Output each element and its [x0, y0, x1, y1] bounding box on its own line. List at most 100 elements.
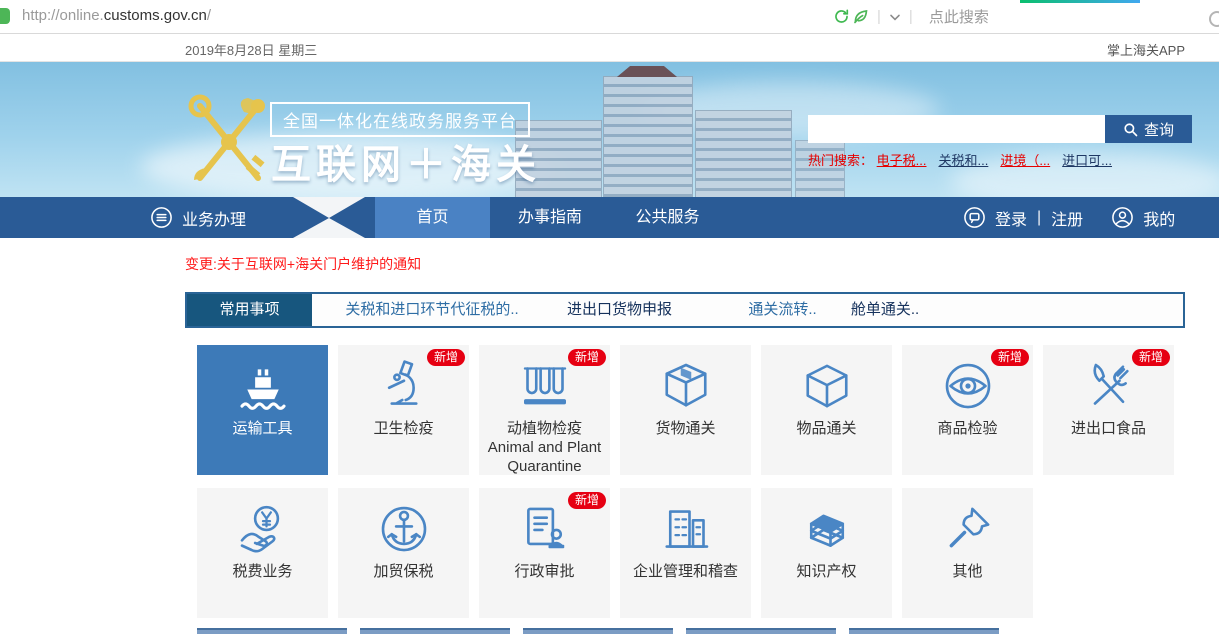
lower-card-top [523, 628, 673, 634]
service-tile-label: 货物通关 [652, 420, 718, 439]
browser-toolbar-right: | | 点此搜索 [833, 0, 989, 33]
service-tile-label: 其他 [949, 563, 985, 582]
browser-extension-icon[interactable] [1209, 11, 1219, 27]
message-icon [963, 206, 986, 229]
page: http://online.customs.gov.cn/ | | 点此搜索 2… [0, 0, 1219, 634]
hot-search-term[interactable]: 电子税... [877, 153, 927, 168]
nav-item-guide[interactable]: 办事指南 [490, 197, 610, 238]
service-tile[interactable]: 商品检验 新增 [902, 345, 1033, 475]
notice-link[interactable]: 变更:关于互联网+海关门户维护的通知 [185, 254, 421, 274]
current-date: 2019年8月28日 星期三 [185, 40, 317, 59]
url-prefix: http://online. [22, 7, 104, 24]
tab-common-items[interactable]: 常用事项 [187, 294, 312, 326]
buildings-icon [658, 501, 714, 557]
date-bar: 2019年8月28日 星期三 掌上海关APP [0, 34, 1219, 62]
site-search-button[interactable]: 查询 [1105, 115, 1192, 143]
hand-coin-icon [235, 501, 291, 557]
hot-search-term[interactable]: 进境（... [1000, 153, 1050, 168]
tab-category-2[interactable]: 进出口货物申报 [542, 294, 697, 326]
service-tile-label: 企业管理和稽查 [630, 563, 741, 582]
service-tile-label: 动植物检疫 Animal and Plant Quarantine [479, 420, 610, 476]
test-tubes-icon [517, 358, 573, 414]
site-title: 互联网＋海关 [271, 132, 541, 190]
toolbar-divider: | [909, 8, 913, 25]
anchor-icon [376, 501, 432, 557]
user-icon [1111, 206, 1134, 229]
new-badge: 新增 [568, 349, 606, 366]
service-tile[interactable]: 加贸保税 [338, 488, 469, 618]
service-tile[interactable]: 知识产权 [761, 488, 892, 618]
hot-search-term[interactable]: 进口可... [1062, 153, 1112, 168]
nav-item-public-service[interactable]: 公共服务 [610, 197, 725, 238]
magnifier-icon [1123, 122, 1138, 137]
new-badge: 新增 [427, 349, 465, 366]
service-tile[interactable]: 卫生检疫 新增 [338, 345, 469, 475]
service-tile[interactable]: 物品通关 [761, 345, 892, 475]
service-tile[interactable]: 运输工具 [197, 345, 328, 475]
menu-icon [150, 206, 173, 229]
service-tile[interactable]: 税费业务 [197, 488, 328, 618]
service-tile-label: 税费业务 [229, 563, 295, 582]
service-tile-label: 加贸保税 [370, 563, 436, 582]
package-icon [658, 358, 714, 414]
service-tile[interactable]: 行政审批 新增 [479, 488, 610, 618]
cutlery-icon [1081, 358, 1137, 414]
service-tile-label: 行政审批 [511, 563, 577, 582]
mobile-app-link[interactable]: 掌上海关APP [1107, 40, 1185, 59]
building-image [603, 76, 693, 197]
ship-icon [235, 358, 291, 414]
hot-search-term[interactable]: 关税和... [938, 153, 988, 168]
new-badge: 新增 [991, 349, 1029, 366]
customs-logo-icon [186, 90, 272, 190]
new-badge: 新增 [568, 492, 606, 509]
toolbar-divider: | [877, 8, 881, 25]
my-account-link[interactable]: 我的 [1143, 206, 1175, 230]
url-text[interactable]: http://online.customs.gov.cn/ [22, 7, 211, 24]
service-tile[interactable]: 货物通关 [620, 345, 751, 475]
lower-card-top [686, 628, 836, 634]
building-image [695, 110, 792, 197]
service-tile-label: 商品检验 [934, 420, 1000, 439]
browser-search-placeholder[interactable]: 点此搜索 [929, 6, 989, 27]
login-link[interactable]: 登录 [995, 206, 1027, 230]
nav-account-area: 登录 | 注册 我的 [963, 197, 1175, 238]
site-favicon [0, 8, 10, 24]
microscope-icon [376, 358, 432, 414]
hot-search-line: 热门搜索： 电子税... 关税和... 进境（... 进口可... [808, 150, 1124, 169]
lower-card-top [360, 628, 510, 634]
refresh-icon[interactable] [833, 8, 850, 25]
tab-category-1[interactable]: 关税和进口环节代征税的.. [322, 294, 542, 326]
nav-business-menu[interactable]: 业务办理 [150, 197, 246, 238]
document-stamp-icon [517, 501, 573, 557]
eye-icon [940, 358, 996, 414]
service-tile-label: 卫生检疫 [370, 420, 436, 439]
cube-icon [799, 358, 855, 414]
nav-business-label: 业务办理 [182, 206, 246, 230]
service-tile[interactable]: 其他 [902, 488, 1033, 618]
site-search-input[interactable] [808, 115, 1107, 143]
site-banner: 全国一体化在线政务服务平台 互联网＋海关 查询 热门搜索： 电子税...关税和.… [0, 62, 1219, 197]
service-grid: 运输工具卫生检疫新增动植物检疫 Animal and Plant Quarant… [197, 345, 1174, 618]
tab-category-3[interactable]: 通关流转.. [745, 294, 820, 326]
url-suffix: / [207, 7, 211, 24]
nav-item-home[interactable]: 首页 [375, 197, 490, 238]
lower-card-top [849, 628, 999, 634]
lower-cards-row [197, 628, 999, 634]
service-tile[interactable]: 企业管理和稽查 [620, 488, 751, 618]
pushpin-icon [940, 501, 996, 557]
service-tile[interactable]: 动植物检疫 Animal and Plant Quarantine 新增 [479, 345, 610, 475]
category-tabs: 常用事项关税和进口环节代征税的..进出口货物申报 通关流转.. 舱单通关.. [185, 292, 1185, 328]
login-register-divider: | [1037, 209, 1041, 227]
register-link[interactable]: 注册 [1051, 206, 1083, 230]
hot-search-label: 热门搜索： [808, 153, 873, 168]
tab-category-4[interactable]: 舱单通关.. [845, 294, 925, 326]
service-tile[interactable]: 进出口食品新增 [1043, 345, 1174, 475]
tab-loading-strip [1020, 0, 1140, 3]
service-tile-label: 物品通关 [793, 420, 859, 439]
chevron-down-icon[interactable] [887, 9, 903, 25]
url-host: customs.gov.cn [104, 7, 207, 24]
service-tile-label: 知识产权 [793, 563, 859, 582]
leaf-icon[interactable] [852, 8, 869, 25]
hot-search-terms: 电子税... 关税和... 进境（... 进口可... [877, 153, 1124, 168]
lower-card-top [197, 628, 347, 634]
